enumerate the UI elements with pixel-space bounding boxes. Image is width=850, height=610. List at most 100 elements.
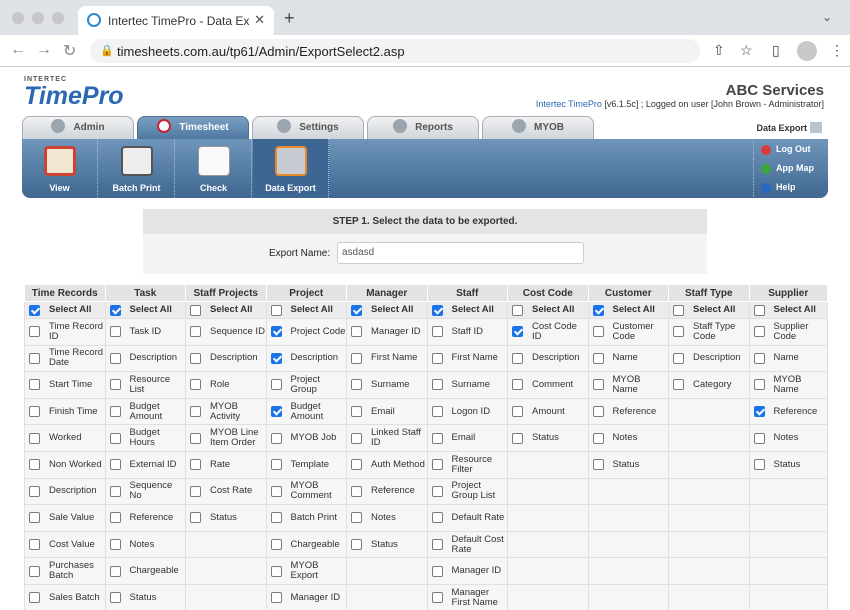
field-option[interactable]: Role	[185, 371, 267, 399]
field-option[interactable]: MYOB Comment	[265, 477, 347, 506]
field-option[interactable]: Comment	[507, 371, 589, 399]
field-checkbox[interactable]	[753, 352, 765, 364]
field-option[interactable]: First Name	[426, 344, 508, 373]
field-checkbox[interactable]	[431, 592, 443, 604]
field-option[interactable]: MYOB Name	[748, 371, 828, 399]
field-option[interactable]: Amount	[507, 397, 589, 426]
tab-timesheet[interactable]: Timesheet	[137, 116, 249, 140]
field-option[interactable]: Surname	[346, 371, 428, 399]
field-option[interactable]: Reference	[104, 504, 186, 532]
field-option[interactable]: Email	[426, 424, 508, 452]
field-checkbox[interactable]	[190, 485, 201, 497]
select-all-checkbox[interactable]	[753, 304, 765, 316]
field-option[interactable]: First Name	[346, 344, 428, 373]
field-option[interactable]: Resource Filter	[426, 450, 508, 479]
select-all-cell[interactable]: Select All	[507, 301, 589, 319]
field-option[interactable]: Notes	[587, 424, 669, 452]
select-all-cell[interactable]: Select All	[426, 301, 508, 319]
app-version-link[interactable]: Intertec TimePro	[536, 99, 602, 109]
subnav-check[interactable]: Check	[176, 139, 252, 198]
field-option[interactable]: Start Time	[24, 371, 106, 399]
field-checkbox[interactable]	[270, 459, 282, 471]
field-checkbox[interactable]	[753, 432, 765, 444]
field-option[interactable]: Surname	[426, 371, 508, 399]
browser-tab[interactable]: Intertec TimePro - Data Export ✕	[78, 6, 274, 35]
field-option[interactable]: Sequence No	[104, 477, 186, 506]
field-checkbox[interactable]	[190, 459, 201, 471]
field-checkbox[interactable]	[109, 512, 121, 524]
field-checkbox[interactable]	[431, 565, 443, 577]
field-option[interactable]: Manager First Name	[426, 583, 508, 610]
field-checkbox[interactable]	[592, 406, 604, 418]
field-option[interactable]: Time Record Date	[24, 344, 106, 373]
field-checkbox[interactable]	[270, 592, 282, 604]
field-checkbox[interactable]	[190, 406, 201, 418]
field-option[interactable]: Logon ID	[426, 397, 508, 426]
field-checkbox[interactable]	[270, 539, 282, 551]
field-option[interactable]: Description	[668, 344, 750, 373]
select-all-checkbox[interactable]	[109, 304, 121, 316]
field-option[interactable]: Notes	[104, 530, 186, 559]
field-option[interactable]: Status	[587, 450, 669, 479]
field-option[interactable]: Sequence ID	[185, 318, 267, 346]
field-checkbox[interactable]	[673, 326, 684, 338]
field-checkbox[interactable]	[109, 539, 121, 551]
field-option[interactable]: Resource List	[104, 371, 186, 399]
field-option[interactable]: Category	[668, 371, 750, 399]
field-checkbox[interactable]	[29, 565, 40, 577]
field-option[interactable]: Email	[346, 397, 428, 426]
field-option[interactable]: Status	[748, 450, 828, 479]
field-checkbox[interactable]	[592, 432, 604, 444]
select-all-cell[interactable]: Select All	[587, 301, 669, 319]
field-checkbox[interactable]	[431, 512, 443, 524]
select-all-cell[interactable]: Select All	[185, 301, 267, 319]
select-all-cell[interactable]: Select All	[668, 301, 750, 319]
field-checkbox[interactable]	[29, 406, 40, 418]
field-checkbox[interactable]	[109, 485, 121, 497]
reload-icon[interactable]: ↻	[63, 41, 76, 61]
field-option[interactable]: Auth Method	[346, 450, 428, 479]
field-option[interactable]: Description	[507, 344, 589, 373]
field-checkbox[interactable]	[351, 539, 362, 551]
new-tab-icon[interactable]: +	[284, 8, 295, 29]
field-checkbox[interactable]	[431, 432, 443, 444]
field-checkbox[interactable]	[270, 326, 282, 338]
select-all-checkbox[interactable]	[512, 304, 523, 316]
field-option[interactable]: Description	[24, 477, 106, 506]
select-all-checkbox[interactable]	[29, 304, 40, 316]
field-option[interactable]: Cost Rate	[185, 477, 267, 506]
field-checkbox[interactable]	[29, 459, 40, 471]
field-checkbox[interactable]	[512, 406, 523, 418]
select-all-checkbox[interactable]	[592, 304, 604, 316]
field-option[interactable]: Budget Amount	[265, 397, 347, 426]
field-checkbox[interactable]	[753, 406, 765, 418]
field-checkbox[interactable]	[109, 459, 121, 471]
profile-avatar[interactable]	[797, 41, 817, 61]
help-link[interactable]: Help	[753, 178, 828, 197]
select-all-cell[interactable]: Select All	[104, 301, 186, 319]
select-all-checkbox[interactable]	[351, 304, 362, 316]
field-checkbox[interactable]	[592, 459, 604, 471]
field-option[interactable]: Reference	[587, 397, 669, 426]
field-option[interactable]: Notes	[748, 424, 828, 452]
bookmark-star-icon[interactable]: ☆	[740, 42, 753, 59]
field-checkbox[interactable]	[673, 379, 684, 391]
close-tab-icon[interactable]: ✕	[254, 12, 265, 28]
export-name-input[interactable]: asdasd	[337, 242, 584, 264]
field-checkbox[interactable]	[431, 352, 443, 364]
field-checkbox[interactable]	[270, 512, 282, 524]
tab-reports[interactable]: Reports	[367, 116, 479, 140]
field-option[interactable]: Status	[346, 530, 428, 559]
field-checkbox[interactable]	[190, 326, 201, 338]
field-option[interactable]: Default Rate	[426, 504, 508, 532]
field-option[interactable]: Description	[265, 344, 347, 373]
field-option[interactable]: MYOB Line Item Order	[185, 424, 267, 452]
field-option[interactable]: Project Group	[265, 371, 347, 399]
field-checkbox[interactable]	[190, 379, 201, 391]
field-option[interactable]: Name	[587, 344, 669, 373]
field-option[interactable]: Customer Code	[587, 318, 669, 346]
field-option[interactable]: Budget Hours	[104, 424, 186, 452]
field-option[interactable]: Status	[104, 583, 186, 610]
field-checkbox[interactable]	[512, 432, 523, 444]
field-option[interactable]: Name	[748, 344, 828, 373]
